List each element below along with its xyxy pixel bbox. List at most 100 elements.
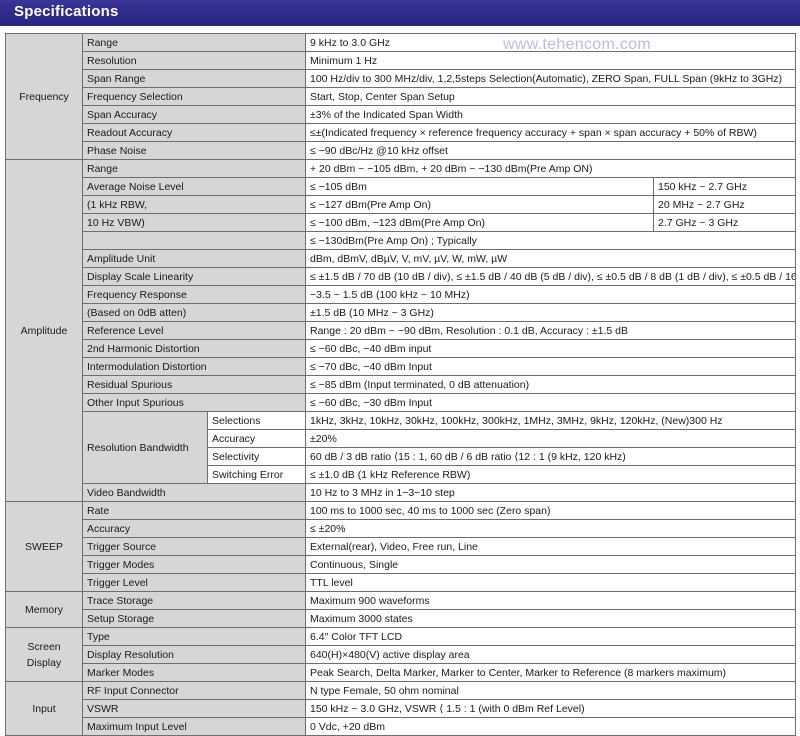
section-label-screen-display: Screen Display [5,627,83,682]
table-row: Average Noise Level ≤ −105 dBm 150 kHz ~… [6,177,797,196]
sub-param-label: Switching Error [207,465,306,484]
table-row: Trigger Modes Continuous, Single [6,555,797,574]
table-row: Accuracy ≤ ±20% [6,519,797,538]
table-row: Span Range 100 Hz/div to 300 MHz/div, 1,… [6,69,797,88]
table-row: Resolution Minimum 1 Hz [6,51,797,70]
table-row: Frequency Range 9 kHz to 3.0 GHz [5,33,797,160]
table-row: Frequency Response −3.5 ~ 1.5 dB (100 kH… [6,285,797,304]
param-label: Residual Spurious [82,375,306,394]
param-value: ±20% [304,429,797,448]
param-label: Frequency Response [82,285,306,304]
param-label: Type [82,627,306,646]
param-value: −3.5 ~ 1.5 dB (100 kHz ~ 10 MHz) [304,285,797,304]
param-label: Trigger Level [82,573,306,592]
section-label-input: Input [5,681,83,736]
page-title: Specifications [14,3,119,20]
param-label: Other Input Spurious [82,393,306,412]
table-row: Reference Level Range : 20 dBm ~ −90 dBm… [6,321,797,340]
table-row: Other Input Spurious ≤ −60 dBc, −30 dBm … [6,393,797,412]
param-label: Display Scale Linearity [82,267,306,286]
param-value: Minimum 1 Hz [304,51,797,70]
param-label-cont: 10 Hz VBW) [82,213,306,232]
section-label-amplitude: Amplitude [5,159,83,502]
param-label: Average Noise Level [82,177,306,196]
sub-param-label: Selections [207,411,306,430]
table-row: Amplitude Unit dBm, dBmV, dBµV, V, mV, µ… [6,249,797,268]
param-label: Rate [82,501,306,520]
param-value: 9 kHz to 3.0 GHz [304,33,797,52]
param-value: Range : 20 dBm ~ −90 dBm, Resolution : 0… [304,321,797,340]
table-row: Video Bandwidth 10 Hz to 3 MHz in 1−3−10… [6,483,797,502]
param-label: Video Bandwidth [82,483,306,502]
param-value: 10 Hz to 3 MHz in 1−3−10 step [304,483,797,502]
param-range: 2.7 GHz ~ 3 GHz [652,213,797,232]
param-label: Intermodulation Distortion [82,357,306,376]
specifications-header-bar: Specifications [0,0,800,26]
table-row: (Based on 0dB atten) ±1.5 dB (10 MHz ~ 3… [6,303,797,322]
param-value: 640(H)×480(V) active display area [304,645,797,664]
param-label: Marker Modes [82,663,306,682]
param-value: dBm, dBmV, dBµV, V, mV, µV, W, mW, µW [304,249,797,268]
param-value: ≤±(Indicated frequency × reference frequ… [304,123,797,142]
table-row: ≤ −130dBm(Pre Amp On) ; Typically [6,231,797,250]
section-label-line1: Screen [27,640,61,653]
table-row: Trigger Source External(rear), Video, Fr… [6,537,797,556]
table-row: Setup Storage Maximum 3000 states [6,609,797,628]
param-value: ≤ −127 dBm(Pre Amp On) [305,195,654,214]
table-row: 10 Hz VBW) ≤ −100 dBm, −123 dBm(Pre Amp … [6,213,797,232]
param-value: N type Female, 50 ohm nominal [304,681,797,700]
section-label-frequency: Frequency [5,33,83,160]
table-row: Residual Spurious ≤ −85 dBm (Input termi… [6,375,797,394]
param-value: ≤ −60 dBc, −30 dBm Input [304,393,797,412]
table-row: Trigger Level TTL level [6,573,797,592]
table-row: Amplitude Range + 20 dBm ~ −105 dBm, + 2… [5,159,797,502]
param-label: Phase Noise [82,141,306,160]
param-label: Amplitude Unit [82,249,306,268]
param-label: RF Input Connector [82,681,306,700]
table-row: Intermodulation Distortion ≤ −70 dBc, −4… [6,357,797,376]
param-value: ≤ −105 dBm [305,177,654,196]
specifications-table: Frequency Range 9 kHz to 3.0 GHz Resolut… [5,33,797,736]
param-label-cont: (1 kHz RBW, [82,195,306,214]
param-label: Trigger Modes [82,555,306,574]
param-label: Maximum Input Level [82,717,306,736]
table-row: Frequency Selection Start, Stop, Center … [6,87,797,106]
section-label-sweep: SWEEP [5,501,83,592]
param-value: 150 kHz ~ 3.0 GHz, VSWR ⟨ 1.5 : 1 (with … [304,699,797,718]
param-value: ±3% of the Indicated Span Width [304,105,797,124]
param-label: Span Range [82,69,306,88]
param-value: ≤ −130dBm(Pre Amp On) ; Typically [304,231,797,250]
table-row: Memory Trace Storage Maximum 900 wavefor… [5,591,797,628]
table-row: Display Resolution 640(H)×480(V) active … [6,645,797,664]
param-value: ≤ −85 dBm (Input terminated, 0 dB attenu… [304,375,797,394]
param-value: 100 Hz/div to 300 MHz/div, 1,2,5steps Se… [304,69,797,88]
param-label: Setup Storage [82,609,306,628]
table-row: Screen Display Type 6.4″ Color TFT LCD [5,627,797,682]
param-value: 100 ms to 1000 sec, 40 ms to 1000 sec (Z… [304,501,797,520]
table-row: 2nd Harmonic Distortion ≤ −60 dBc, −40 d… [6,339,797,358]
param-label: Reference Level [82,321,306,340]
param-label-empty [82,231,306,250]
param-value: + 20 dBm ~ −105 dBm, + 20 dBm ~ −130 dBm… [304,159,797,178]
table-row: Resolution Bandwidth Selections 1kHz, 3k… [6,411,797,484]
param-label-cont: (Based on 0dB atten) [82,303,306,322]
table-row: Span Accuracy ±3% of the Indicated Span … [6,105,797,124]
param-value: External(rear), Video, Free run, Line [304,537,797,556]
param-label: Resolution [82,51,306,70]
sub-param-label: Accuracy [207,429,306,448]
param-value: Maximum 3000 states [304,609,797,628]
param-label: Resolution Bandwidth [82,411,208,484]
table-row: SWEEP Rate 100 ms to 1000 sec, 40 ms to … [5,501,797,592]
section-label-line2: Display [26,656,62,669]
param-value: 1kHz, 3kHz, 10kHz, 30kHz, 100kHz, 300kHz… [304,411,797,430]
param-value: Maximum 900 waveforms [304,591,797,610]
param-value: 0 Vdc, +20 dBm [304,717,797,736]
param-range: 20 MHz ~ 2.7 GHz [652,195,797,214]
param-label: Frequency Selection [82,87,306,106]
param-label: Trace Storage [82,591,306,610]
table-row: Phase Noise ≤ −90 dBc/Hz @10 kHz offset [6,141,797,160]
param-label: Display Resolution [82,645,306,664]
param-label: VSWR [82,699,306,718]
param-value: ≤ −90 dBc/Hz @10 kHz offset [304,141,797,160]
param-value: ≤ ±1.0 dB (1 kHz Reference RBW) [304,465,797,484]
